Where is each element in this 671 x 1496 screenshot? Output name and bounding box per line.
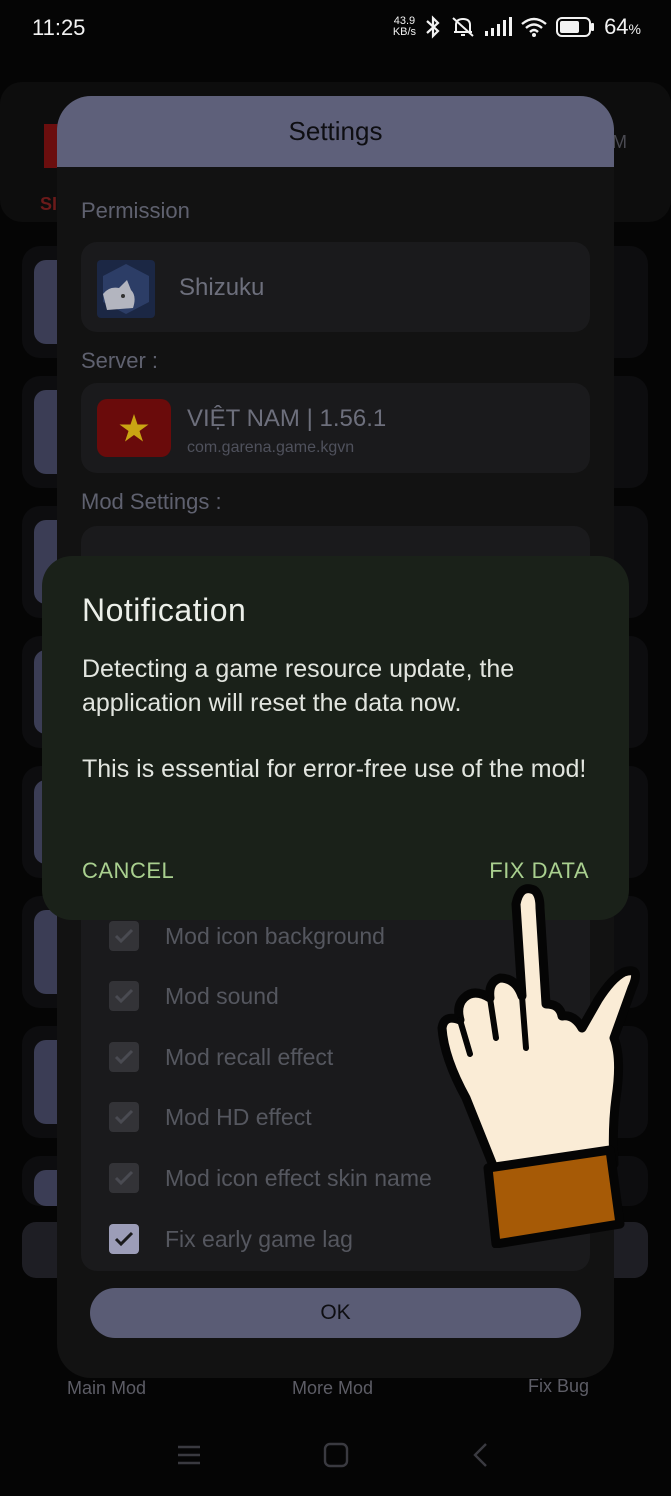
system-nav-bar xyxy=(0,1420,671,1496)
mod-item[interactable]: Mod sound xyxy=(109,976,279,1016)
mod-label: Mod icon background xyxy=(165,922,385,949)
server-label: Server : xyxy=(81,348,159,373)
notification-dialog: Notification Detecting a game resource u… xyxy=(42,556,629,920)
nav-more-mod[interactable]: More Mod xyxy=(292,1378,373,1399)
mute-icon xyxy=(450,15,476,39)
mod-label: Mod recall effect xyxy=(165,1043,334,1070)
home-icon[interactable] xyxy=(323,1442,349,1473)
checkbox[interactable] xyxy=(109,1042,139,1072)
checkbox[interactable] xyxy=(109,1102,139,1132)
permission-app-name: Shizuku xyxy=(179,274,265,301)
menu-icon[interactable] xyxy=(176,1442,202,1473)
vietnam-flag-icon xyxy=(97,399,171,457)
checkbox[interactable] xyxy=(109,921,139,951)
settings-header: Settings xyxy=(57,96,614,167)
permission-label: Permission xyxy=(81,198,190,223)
network-speed: 43.9 KB/s xyxy=(393,16,416,38)
server-name: VIỆT NAM | 1.56.1 xyxy=(187,405,387,432)
permission-card[interactable]: Shizuku xyxy=(81,242,590,332)
header-fragment: M xyxy=(612,132,627,152)
shizuku-logo-icon xyxy=(97,260,155,318)
battery-unit: % xyxy=(628,21,641,37)
mod-label: Mod HD effect xyxy=(165,1103,312,1130)
network-speed-unit: KB/s xyxy=(392,26,417,38)
battery-percent: 64% xyxy=(604,14,641,40)
status-icons: 43.9 KB/s 64% xyxy=(393,14,641,40)
mod-item[interactable]: Mod icon effect skin name xyxy=(109,1158,432,1198)
notification-message-line-1: Detecting a game resource update, the ap… xyxy=(82,655,515,717)
back-icon[interactable] xyxy=(470,1442,492,1473)
battery-icon xyxy=(556,16,596,38)
server-package: com.garena.game.kgvn xyxy=(187,439,355,456)
mod-item[interactable]: Fix early game lag xyxy=(109,1219,353,1259)
notification-title: Notification xyxy=(82,592,247,628)
checkbox[interactable] xyxy=(109,981,139,1011)
status-time: 11:25 xyxy=(32,15,86,40)
nav-fix-bug[interactable]: Fix Bug xyxy=(528,1376,589,1397)
nav-main-mod[interactable]: Main Mod xyxy=(67,1378,146,1399)
mod-label: Mod icon effect skin name xyxy=(165,1164,432,1191)
wifi-icon xyxy=(520,16,548,38)
mod-item[interactable]: Mod HD effect xyxy=(109,1097,312,1137)
checkbox[interactable] xyxy=(109,1163,139,1193)
server-card[interactable]: VIỆT NAM | 1.56.1 com.garena.game.kgvn xyxy=(81,383,590,473)
bluetooth-icon xyxy=(424,15,442,39)
settings-title: Settings xyxy=(288,116,383,146)
status-bar: 11:25 43.9 KB/s 64% xyxy=(0,0,671,56)
mod-label: Mod sound xyxy=(165,982,279,1009)
mod-item[interactable]: Mod icon background xyxy=(109,916,385,956)
mod-item[interactable]: Mod recall effect xyxy=(109,1037,333,1077)
signal-icon xyxy=(484,16,513,38)
cancel-button[interactable]: CANCEL xyxy=(82,858,174,884)
checkbox[interactable] xyxy=(109,1224,139,1254)
notification-message: Detecting a game resource update, the ap… xyxy=(82,652,602,786)
app-logo-text: SI xyxy=(40,194,58,214)
battery-value: 64 xyxy=(604,14,629,39)
ok-button[interactable]: OK xyxy=(90,1288,581,1338)
pointing-hand-icon xyxy=(436,878,646,1249)
mod-settings-label: Mod Settings : xyxy=(81,489,222,514)
notification-message-line-2: This is essential for error-free use of … xyxy=(82,755,587,783)
mod-label: Fix early game lag xyxy=(165,1225,353,1252)
